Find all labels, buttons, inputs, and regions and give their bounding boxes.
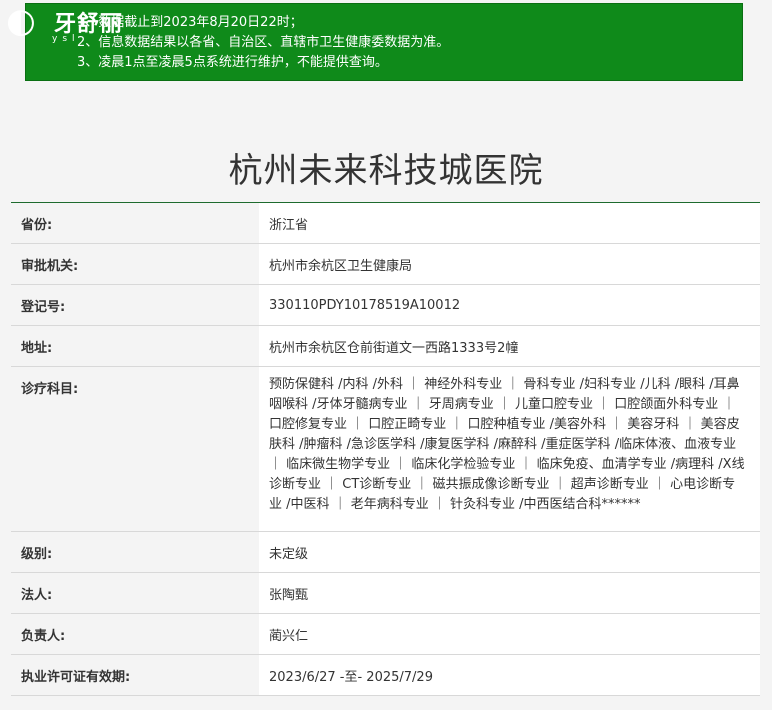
row-label: 负责人: bbox=[11, 614, 259, 654]
logo-subtext: ysl bbox=[52, 34, 80, 44]
notice-line-3: 3、凌晨1点至凌晨5点系统进行维护，不能提供查询。 bbox=[77, 55, 388, 70]
watermark-logo: ◐ 牙舒丽 ysl bbox=[4, 2, 134, 48]
row-value: 2023/6/27 -至- 2025/7/29 bbox=[259, 655, 760, 695]
row-label: 诊疗科目: bbox=[11, 367, 259, 531]
row-value: 预防保健科 /内科 /外科 ｜ 神经外科专业 ｜ 骨科专业 /妇科专业 /儿科 … bbox=[259, 367, 760, 531]
table-row-province: 省份: 浙江省 bbox=[11, 203, 760, 244]
table-row-manager: 负责人: 蔺兴仁 bbox=[11, 614, 760, 655]
table-row-level: 级别: 未定级 bbox=[11, 532, 760, 573]
table-row-address: 地址: 杭州市余杭区仓前街道文一西路1333号2幢 bbox=[11, 326, 760, 367]
row-label: 级别: bbox=[11, 532, 259, 572]
row-label: 法人: bbox=[11, 573, 259, 613]
table-row-registration: 登记号: 330110PDY10178519A10012 bbox=[11, 285, 760, 326]
table-row-departments: 诊疗科目: 预防保健科 /内科 /外科 ｜ 神经外科专业 ｜ 骨科专业 /妇科专… bbox=[11, 367, 760, 532]
notice-line-2: 2、信息数据结果以各省、自治区、直辖市卫生健康委数据为准。 bbox=[77, 35, 450, 50]
hospital-info-table: 省份: 浙江省 审批机关: 杭州市余杭区卫生健康局 登记号: 330110PDY… bbox=[11, 202, 760, 696]
table-row-license-validity: 执业许可证有效期: 2023/6/27 -至- 2025/7/29 bbox=[11, 655, 760, 696]
row-label: 登记号: bbox=[11, 285, 259, 325]
row-label: 执业许可证有效期: bbox=[11, 655, 259, 695]
row-value: 张陶甄 bbox=[259, 573, 760, 613]
row-value: 浙江省 bbox=[259, 203, 760, 243]
logo-mark-icon: ◐ bbox=[6, 1, 36, 41]
page-title: 杭州未来科技城医院 bbox=[228, 150, 544, 191]
row-label: 审批机关: bbox=[11, 244, 259, 284]
row-value: 330110PDY10178519A10012 bbox=[259, 285, 760, 325]
row-value: 蔺兴仁 bbox=[259, 614, 760, 654]
row-value: 杭州市余杭区仓前街道文一西路1333号2幢 bbox=[259, 326, 760, 366]
notice-line-1: 1、数据截止到2023年8月20日22时； bbox=[77, 15, 303, 30]
row-label: 地址: bbox=[11, 326, 259, 366]
row-value: 杭州市余杭区卫生健康局 bbox=[259, 244, 760, 284]
row-value: 未定级 bbox=[259, 532, 760, 572]
table-row-authority: 审批机关: 杭州市余杭区卫生健康局 bbox=[11, 244, 760, 285]
table-row-legal-person: 法人: 张陶甄 bbox=[11, 573, 760, 614]
row-label: 省份: bbox=[11, 203, 259, 243]
